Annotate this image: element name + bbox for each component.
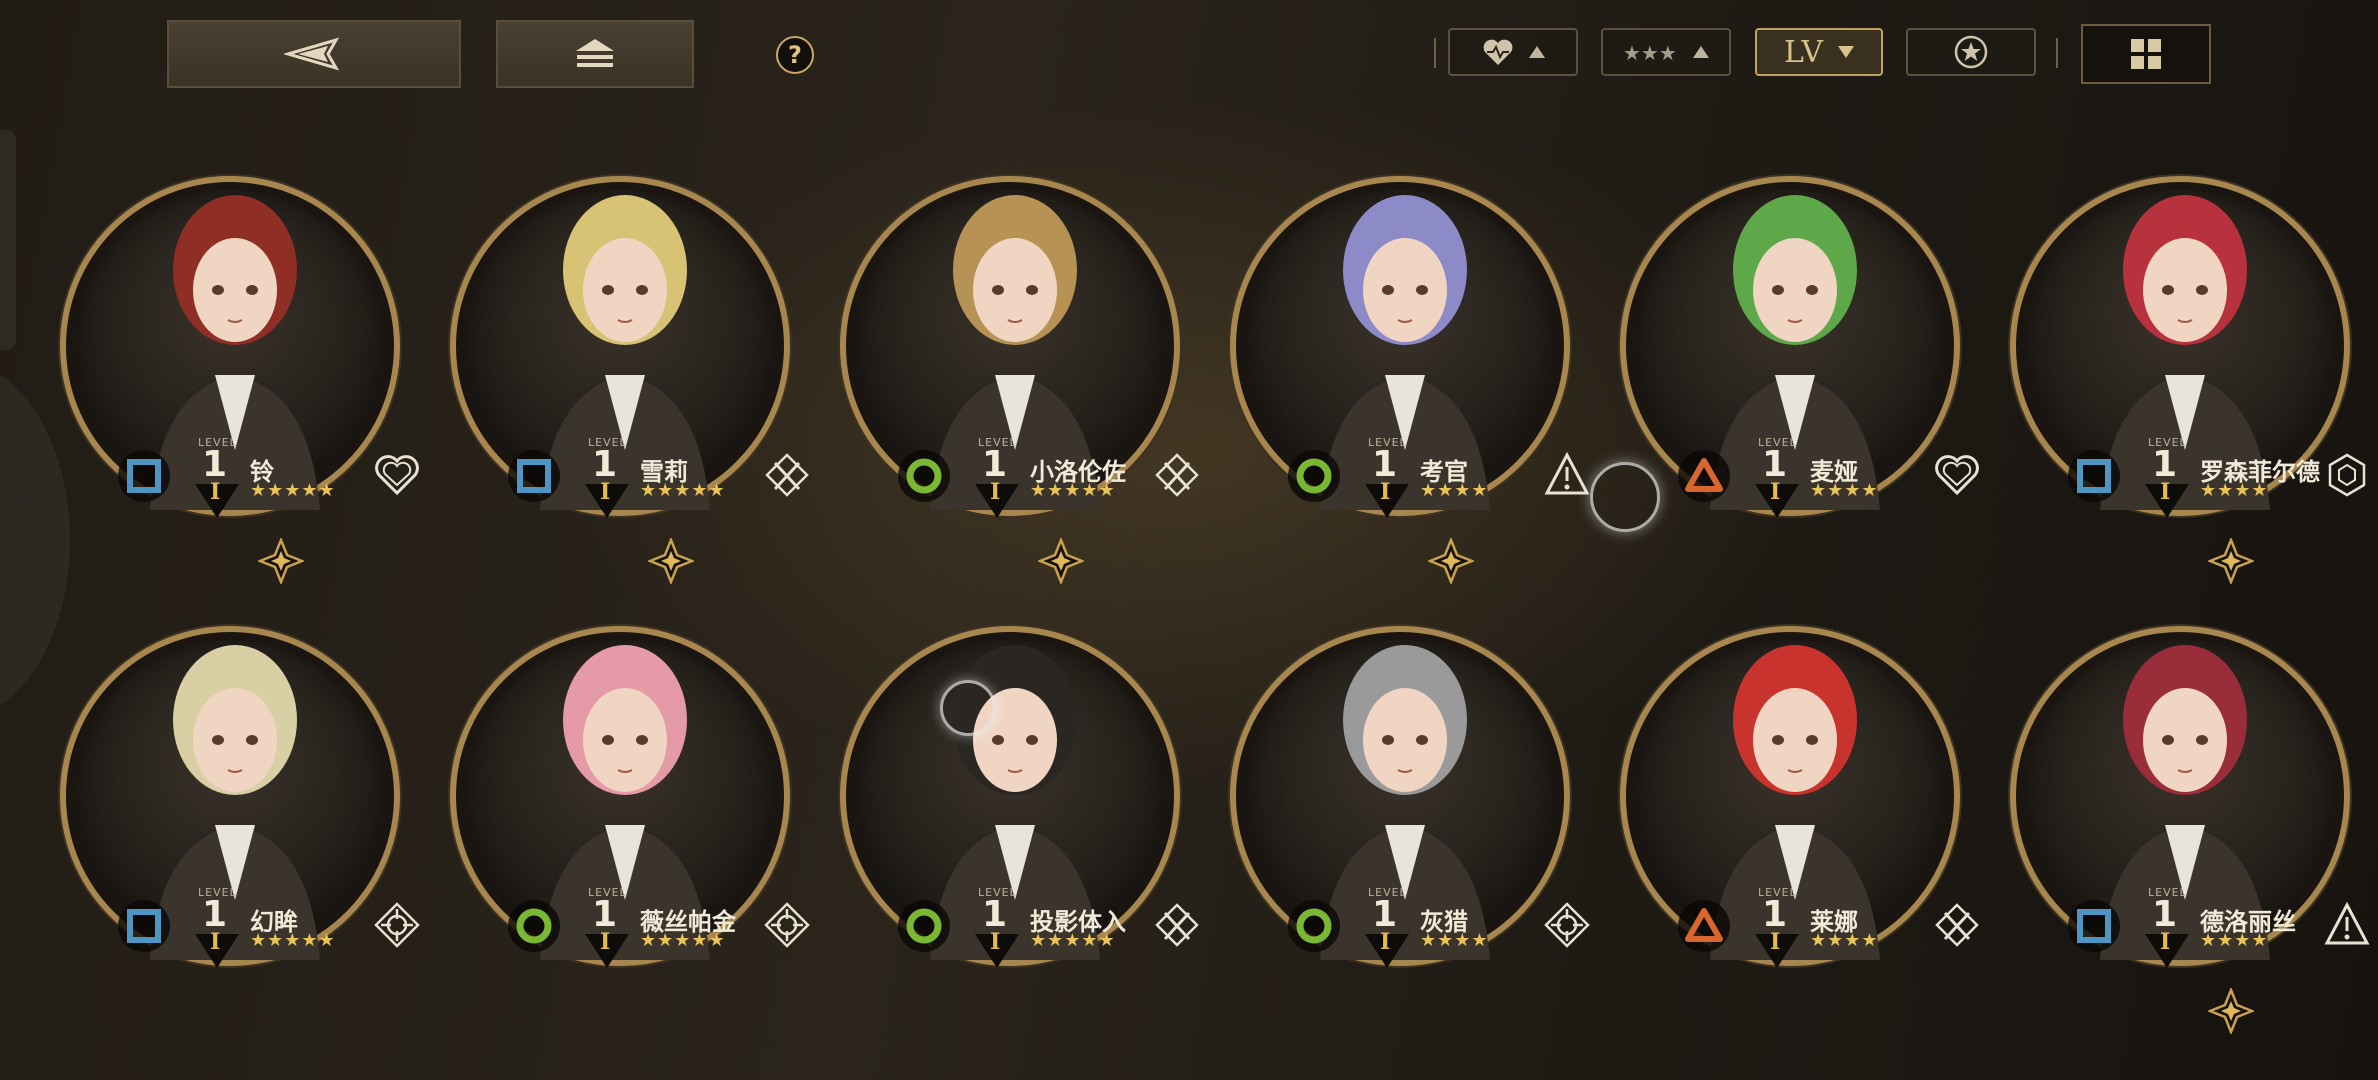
heart-shield-icon [1932, 450, 1982, 500]
rank-numeral: I [2160, 479, 2171, 505]
promotion-diamond-icon [1038, 538, 1084, 584]
rarity-stars: ★★★★ [1420, 930, 1489, 951]
grid-view-button[interactable] [2081, 24, 2211, 84]
crossed-swords-icon [1152, 450, 1202, 500]
rank-numeral: I [2160, 929, 2171, 955]
character-card[interactable]: LEVEL 1 I 罗森菲尔德 ★★★★ [2000, 150, 2378, 590]
rarity-stars: ★★★★ [1420, 480, 1489, 501]
character-card[interactable]: LEVEL 1 I 雪莉 ★★★★★ [440, 150, 820, 590]
square-type-icon [2068, 450, 2120, 502]
crossed-swords-icon [762, 450, 812, 500]
heart-shield-icon [372, 450, 422, 500]
sort-ascending-icon [1529, 46, 1545, 58]
selection-ring-icon [1590, 462, 1660, 532]
rank-numeral: I [1380, 929, 1391, 955]
sort-element-button[interactable] [1906, 28, 2036, 76]
character-card[interactable]: LEVEL 1 I 投影体入 ★★★★★ [830, 600, 1210, 1040]
help-button[interactable]: ? [776, 36, 814, 74]
crosshair-icon [1542, 900, 1592, 950]
star-emblem-icon [1954, 35, 1988, 69]
character-card[interactable]: LEVEL 1 I 幻眸 ★★★★★ [50, 600, 430, 1040]
rank-numeral: I [990, 479, 1001, 505]
character-card[interactable]: LEVEL 1 I 麦娅 ★★★★ [1610, 150, 1990, 590]
selection-ring-icon [940, 680, 996, 736]
sort-affinity-button[interactable] [1448, 28, 1578, 76]
character-card[interactable]: LEVEL 1 I 莱娜 ★★★★ [1610, 600, 1990, 1040]
circle-type-icon [1288, 450, 1340, 502]
rarity-stars: ★★★★ [2200, 480, 2269, 501]
character-card[interactable]: LEVEL 1 I 德洛丽丝 ★★★★ [2000, 600, 2378, 1040]
home-stack-icon [576, 39, 614, 67]
crosshair-icon [762, 900, 812, 950]
circle-type-icon [1288, 900, 1340, 952]
circle-type-icon [508, 900, 560, 952]
character-roster-screen: ? ★★★ LV LEVEL 1 I 铃 ★★★★★ LEVEL 1 I 雪莉 … [0, 0, 2378, 1080]
rarity-stars: ★★★★ [1810, 930, 1879, 951]
sort-level-button[interactable]: LV [1755, 28, 1883, 76]
stars-icon: ★★★ [1623, 41, 1677, 65]
svg-text:★★★: ★★★ [1623, 41, 1677, 65]
sort-rarity-button[interactable]: ★★★ [1601, 28, 1731, 76]
rarity-stars: ★★★★ [1810, 480, 1879, 501]
rank-numeral: I [210, 929, 221, 955]
square-type-icon [118, 450, 170, 502]
sort-descending-icon [1838, 46, 1855, 58]
square-type-icon [508, 450, 560, 502]
rarity-stars: ★★★★★ [1030, 480, 1116, 501]
character-card[interactable]: LEVEL 1 I 薇丝帕金 ★★★★★ [440, 600, 820, 1040]
rarity-stars: ★★★★★ [1030, 930, 1116, 951]
rank-numeral: I [1770, 929, 1781, 955]
toolbar-separator [2056, 38, 2058, 68]
side-panel-handle[interactable] [0, 130, 16, 350]
circle-type-icon [898, 900, 950, 952]
square-type-icon [2068, 900, 2120, 952]
rank-numeral: I [990, 929, 1001, 955]
toolbar-separator [1434, 38, 1436, 68]
rarity-stars: ★★★★★ [250, 480, 336, 501]
promotion-diamond-icon [2208, 538, 2254, 584]
character-card[interactable]: LEVEL 1 I 铃 ★★★★★ [50, 150, 430, 590]
rank-numeral: I [600, 929, 611, 955]
back-arrow-icon [284, 37, 340, 71]
promotion-diamond-icon [258, 538, 304, 584]
rank-numeral: I [210, 479, 221, 505]
back-button[interactable] [167, 20, 461, 88]
rank-numeral: I [1380, 479, 1391, 505]
promotion-diamond-icon [648, 538, 694, 584]
character-card[interactable]: LEVEL 1 I 考官 ★★★★ [1220, 150, 1600, 590]
crossed-swords-icon [1932, 900, 1982, 950]
home-button[interactable] [496, 20, 694, 88]
warning-icon [1542, 450, 1592, 500]
triangle-type-icon [1678, 450, 1730, 502]
rarity-stars: ★★★★ [2200, 930, 2269, 951]
promotion-diamond-icon [2208, 988, 2254, 1034]
square-type-icon [118, 900, 170, 952]
promotion-diamond-icon [1428, 538, 1474, 584]
circle-type-icon [898, 450, 950, 502]
warning-icon [2322, 900, 2372, 950]
sort-level-label: LV [1783, 34, 1825, 70]
rank-numeral: I [600, 479, 611, 505]
triangle-type-icon [1678, 900, 1730, 952]
rarity-stars: ★★★★★ [640, 480, 726, 501]
character-card[interactable]: LEVEL 1 I 小洛伦佐 ★★★★★ [830, 150, 1210, 590]
hexagon-cluster-icon [2322, 450, 2372, 500]
sort-ascending-icon [1693, 46, 1709, 58]
heart-icon [1483, 39, 1513, 65]
crosshair-icon [372, 900, 422, 950]
rarity-stars: ★★★★★ [250, 930, 336, 951]
rarity-stars: ★★★★★ [640, 930, 726, 951]
grid-view-icon [2131, 39, 2161, 69]
rank-numeral: I [1770, 479, 1781, 505]
character-card[interactable]: LEVEL 1 I 灰猎 ★★★★ [1220, 600, 1600, 1040]
crossed-swords-icon [1152, 900, 1202, 950]
